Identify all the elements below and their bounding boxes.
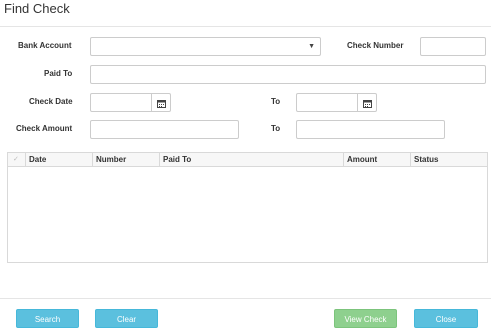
view-check-button[interactable]: View Check [334,309,397,328]
check-date-from-input[interactable] [90,93,152,112]
check-date-to-calendar-button[interactable] [358,93,377,112]
dialog-title: Find Check [4,1,70,16]
close-button[interactable]: Close [414,309,478,328]
calendar-icon [363,100,372,108]
check-number-input[interactable] [420,37,486,56]
footer-divider [0,298,491,299]
select-all-checkbox[interactable]: ✓ [8,153,25,166]
check-amount-from-input[interactable] [90,120,239,139]
find-check-dialog: Find Check Bank Account ▼ Check Number P… [0,0,491,332]
column-header-paid-to[interactable]: Paid To [159,153,343,166]
column-header-status[interactable]: Status [410,153,487,166]
checkmark-icon: ✓ [13,156,19,163]
check-amount-to-input[interactable] [296,120,445,139]
check-date-label: Check Date [29,97,73,106]
column-header-amount[interactable]: Amount [343,153,410,166]
paid-to-input[interactable] [90,65,486,84]
check-date-to-label: To [271,97,281,106]
calendar-icon [157,100,166,108]
check-number-label: Check Number [347,41,404,50]
clear-button[interactable]: Clear [95,309,158,328]
search-button[interactable]: Search [16,309,79,328]
check-amount-to-label: To [271,124,281,133]
grid-header: ✓ Date Number Paid To Amount Status [8,153,487,167]
check-date-from-calendar-button[interactable] [152,93,171,112]
paid-to-label: Paid To [44,69,73,78]
column-header-date[interactable]: Date [25,153,93,166]
column-header-number[interactable]: Number [92,153,159,166]
bank-account-select[interactable]: ▼ [90,37,321,56]
chevron-down-icon: ▼ [308,43,315,50]
check-amount-label: Check Amount [16,124,73,133]
results-grid: ✓ Date Number Paid To Amount Status [7,152,488,263]
check-date-to-input[interactable] [296,93,358,112]
bank-account-label: Bank Account [18,41,72,50]
title-divider [0,26,491,27]
